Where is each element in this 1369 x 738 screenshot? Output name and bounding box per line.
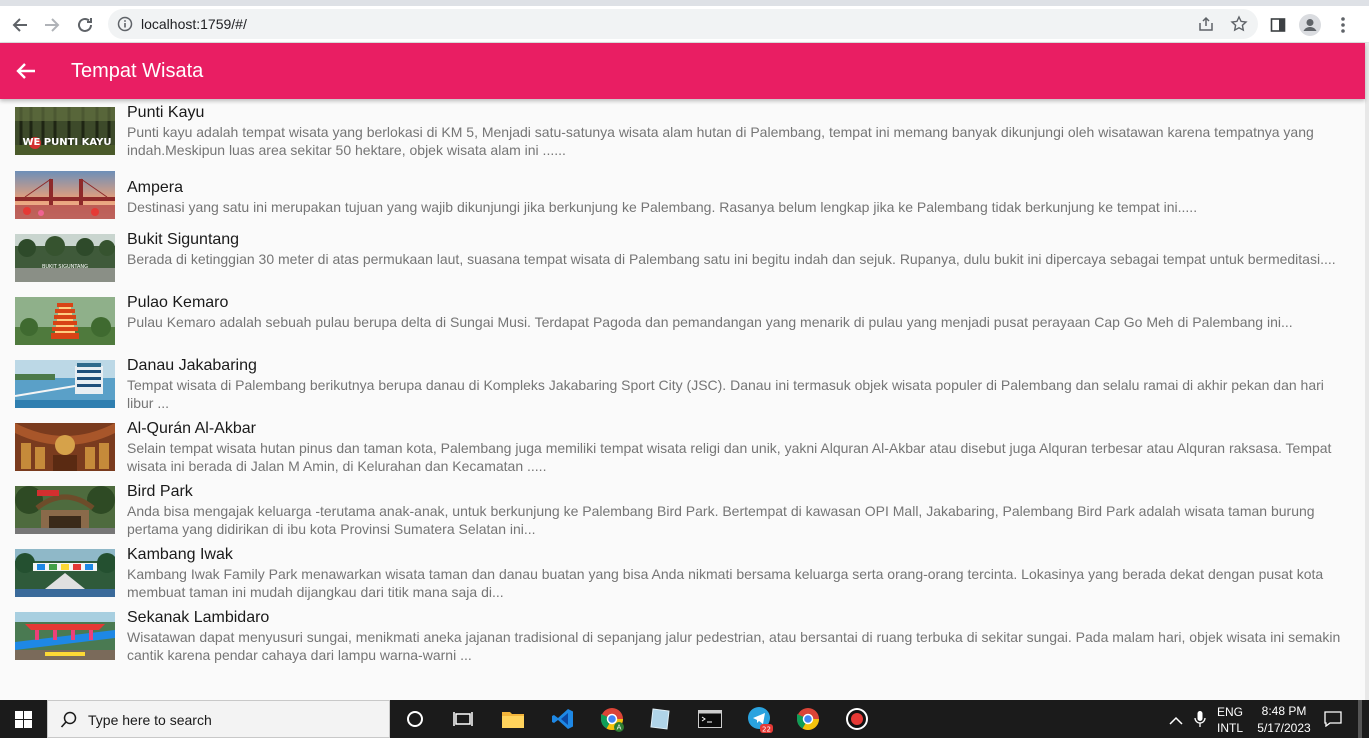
site-info-icon[interactable]: [117, 16, 133, 32]
task-view-icon[interactable]: [448, 704, 478, 734]
notes-app-icon[interactable]: [645, 704, 675, 734]
microphone-icon[interactable]: [1190, 700, 1210, 738]
share-icon[interactable]: [1197, 15, 1215, 33]
place-thumbnail: [15, 171, 115, 219]
screen-recorder-icon[interactable]: [842, 704, 872, 734]
search-icon: [60, 711, 77, 728]
places-list[interactable]: WE PUNTI KAYU Punti Kayu Punti kayu adal…: [0, 99, 1365, 700]
place-description: Selain tempat wisata hutan pinus dan tam…: [127, 440, 1332, 474]
back-arrow-icon[interactable]: [14, 59, 38, 83]
cortana-icon[interactable]: [400, 704, 430, 734]
browser-toolbar: localhost:1759/#/: [0, 6, 1369, 43]
telegram-badge: 22: [762, 726, 771, 734]
place-thumbnail: WE PUNTI KAYU: [15, 107, 115, 155]
start-button[interactable]: [0, 700, 47, 738]
terminal-icon[interactable]: [695, 704, 725, 734]
clock-date: 5/17/2023: [1257, 721, 1311, 735]
chrome-icon[interactable]: [793, 704, 823, 734]
place-name: Bird Park: [127, 483, 193, 500]
forward-nav-icon[interactable]: [39, 12, 65, 38]
thumbnail-lettering: BUKIT SIGUNTANG: [42, 264, 88, 270]
bookmark-star-icon[interactable]: [1230, 15, 1248, 33]
browser-menu-icon[interactable]: [1330, 12, 1356, 38]
place-name: Kambang Iwak: [127, 546, 233, 563]
place-description: Pulau Kemaro adalah sebuah pulau berupa …: [127, 314, 1293, 330]
chrome-profile-icon[interactable]: A: [597, 704, 627, 734]
place-thumbnail: [15, 360, 115, 408]
clock-time: 8:48 PM: [1261, 704, 1307, 718]
place-description: Berada di ketinggian 30 meter di atas pe…: [127, 251, 1336, 267]
place-name: Punti Kayu: [127, 104, 205, 121]
place-thumbnail: [15, 297, 115, 345]
back-nav-icon[interactable]: [7, 12, 33, 38]
place-description: Anda bisa mengajak keluarga -terutama an…: [127, 503, 1315, 537]
place-description: Destinasi yang satu ini merupakan tujuan…: [127, 199, 1198, 215]
place-name: Al-Qurán Al-Akbar: [127, 420, 256, 437]
reload-icon[interactable]: [72, 12, 98, 38]
place-name: Bukit Siguntang: [127, 231, 240, 248]
profile-avatar-icon[interactable]: [1297, 12, 1323, 38]
place-description: Kambang Iwak Family Park menawarkan wisa…: [127, 566, 1324, 600]
place-thumbnail: [15, 612, 115, 660]
show-desktop-button[interactable]: [1358, 700, 1362, 738]
search-placeholder[interactable]: Type here to search: [88, 712, 212, 728]
language-indicator[interactable]: ENG INTL: [1216, 700, 1248, 738]
file-explorer-icon[interactable]: [498, 704, 528, 734]
clock[interactable]: 8:48 PM 5/17/2023: [1252, 700, 1316, 738]
place-thumbnail: [15, 549, 115, 597]
keyboard-layout: INTL: [1217, 721, 1244, 735]
windows-logo-icon: [15, 710, 32, 728]
place-description: Wisatawan dapat menyusuri sungai, menikm…: [127, 629, 1341, 663]
vscode-icon[interactable]: [548, 704, 578, 734]
taskbar-search-box[interactable]: Type here to search: [47, 700, 390, 738]
tray-chevron-icon[interactable]: [1166, 700, 1186, 738]
notifications-icon[interactable]: [1320, 700, 1346, 738]
language-code: ENG: [1217, 705, 1244, 719]
telegram-icon[interactable]: 22: [745, 704, 775, 734]
page-title: Tempat Wisata: [71, 60, 204, 82]
app-bar: Tempat Wisata: [0, 43, 1365, 99]
place-thumbnail: [15, 423, 115, 471]
address-bar[interactable]: localhost:1759/#/: [108, 9, 1258, 39]
place-thumbnail: [15, 486, 115, 534]
place-name: Ampera: [127, 179, 184, 196]
thumbnail-lettering: WE PUNTI KAYU: [22, 137, 111, 148]
place-description: Tempat wisata di Palembang berikutnya be…: [127, 377, 1324, 411]
windows-taskbar: Type here to search A 22 ENG INTL 8:48 P…: [0, 700, 1369, 738]
place-description: Punti kayu adalah tempat wisata yang ber…: [127, 124, 1314, 158]
url-text[interactable]: localhost:1759/#/: [141, 16, 247, 32]
place-name: Pulao Kemaro: [127, 294, 229, 311]
place-name: Sekanak Lambidaro: [127, 609, 270, 626]
side-panel-icon[interactable]: [1265, 12, 1291, 38]
place-thumbnail: BUKIT SIGUNTANG: [15, 234, 115, 282]
svg-text:A: A: [617, 724, 622, 732]
window-edge: [1365, 43, 1369, 700]
place-name: Danau Jakabaring: [127, 357, 257, 374]
